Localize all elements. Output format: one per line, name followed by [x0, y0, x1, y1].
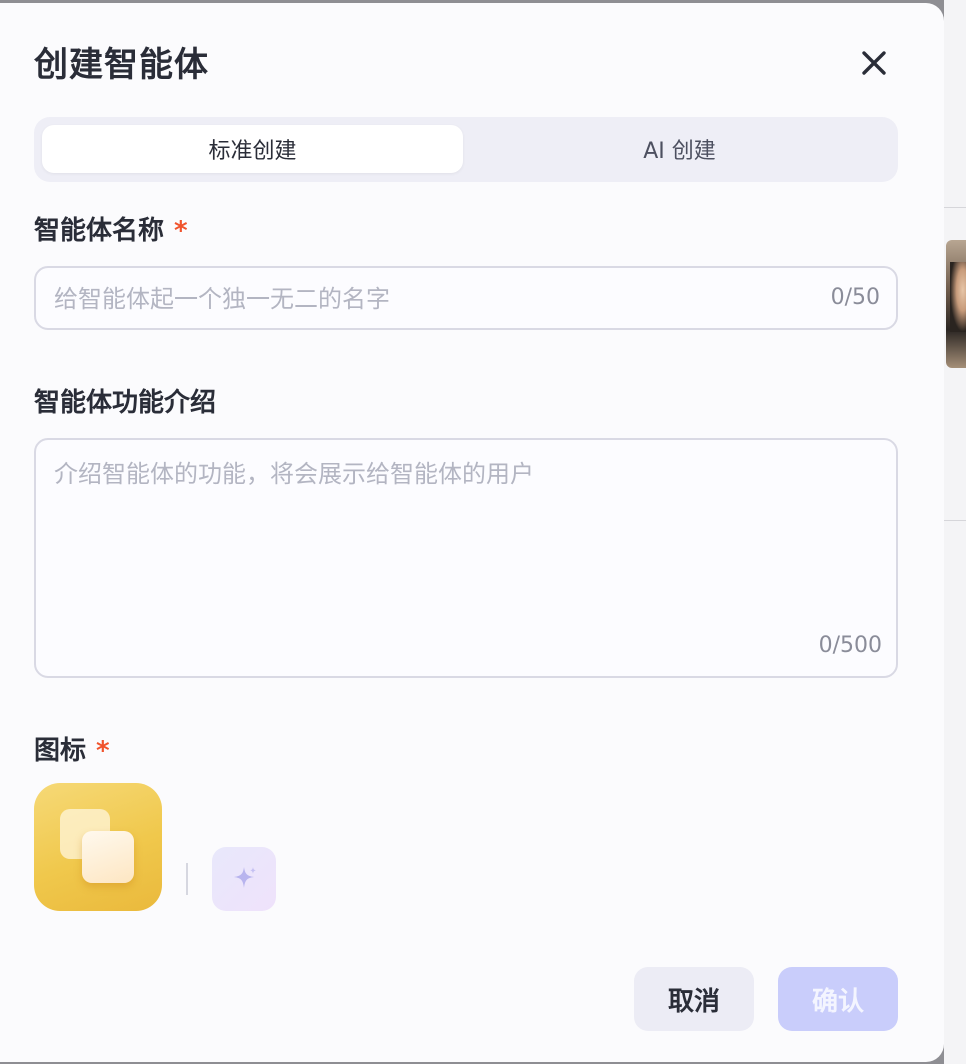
confirm-button[interactable]: 确认 [778, 967, 898, 1031]
agent-name-label-text: 智能体名称 [34, 216, 165, 246]
background-thumbnail-face [950, 262, 966, 332]
icon-divider [186, 863, 188, 895]
agent-name-field: 0/50 [34, 266, 898, 330]
sparkle-icon [234, 867, 256, 888]
background-page-strip [944, 0, 966, 1064]
tab-ai-create[interactable]: AI 创建 [469, 125, 890, 173]
agent-icon-preview[interactable] [34, 783, 162, 911]
icon-label: 图标 * [34, 730, 110, 767]
agent-name-char-counter: 0/50 [830, 285, 880, 310]
background-divider [944, 207, 966, 208]
required-mark: * [96, 736, 110, 766]
icon-label-text: 图标 [34, 736, 87, 766]
icon-front-square [82, 831, 134, 883]
agent-description-field: 0/500 [34, 438, 898, 678]
ai-generate-icon-button[interactable] [212, 847, 276, 911]
agent-name-label: 智能体名称 * [34, 210, 188, 247]
close-button[interactable] [852, 41, 896, 85]
required-mark: * [174, 216, 188, 246]
create-mode-tabs: 标准创建 AI 创建 [34, 117, 898, 182]
cancel-button[interactable]: 取消 [634, 967, 754, 1031]
dialog-title: 创建智能体 [34, 45, 209, 85]
agent-description-char-counter: 0/500 [818, 633, 882, 658]
tab-standard-create[interactable]: 标准创建 [42, 125, 463, 173]
agent-description-input[interactable] [52, 452, 882, 626]
create-agent-dialog: 创建智能体 标准创建 AI 创建 智能体名称 * 0/50 智能体功能介绍 0/5… [0, 3, 944, 1062]
agent-name-input[interactable] [52, 268, 796, 330]
agent-description-label: 智能体功能介绍 [34, 388, 217, 418]
close-icon [862, 51, 886, 75]
background-divider [944, 520, 966, 521]
